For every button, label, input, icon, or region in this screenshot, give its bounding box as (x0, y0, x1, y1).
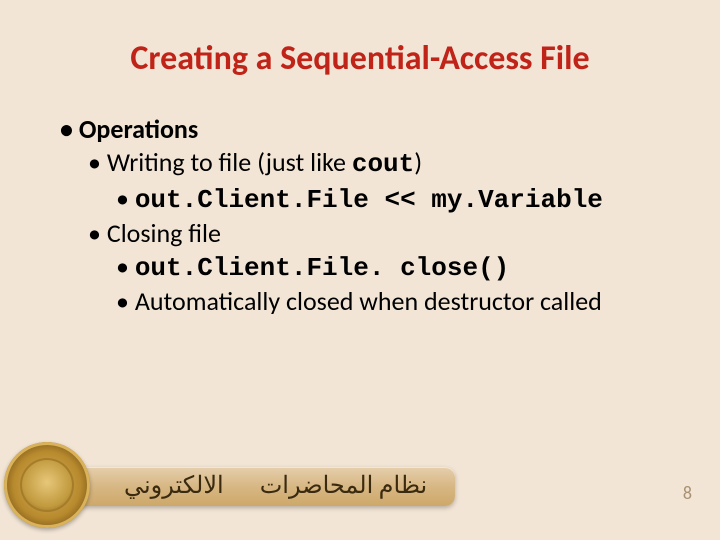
footer-banner: نظام المحاضرات الالكتروني (74, 467, 455, 506)
bullet-write-code: • out.Client.File << my.Variable (60, 182, 660, 217)
bullet-writing-post: ) (414, 146, 422, 178)
bullet-auto: • Automatically closed when destructor c… (60, 285, 660, 318)
bullet-writing-pre: Writing to file (just like (107, 146, 352, 178)
page-number: 8 (683, 482, 692, 504)
bullet-auto-text: Automatically closed when destructor cal… (135, 285, 602, 317)
slide-title: Creating a Sequential-Access File (0, 0, 720, 79)
footer: نظام المحاضرات الالكتروني 8 (0, 442, 720, 528)
seal-icon (4, 442, 90, 528)
bullet-closing-text: Closing file (107, 217, 221, 249)
code-cout: cout (352, 149, 414, 179)
slide-body: • Operations • Writing to file (just lik… (0, 79, 720, 319)
banner-text-right: نظام المحاضرات (260, 471, 428, 500)
code-close: out.Client.File. close() (135, 253, 509, 283)
code-write: out.Client.File << my.Variable (135, 185, 603, 215)
banner-text-left: الالكتروني (124, 471, 224, 500)
bullet-close-code: • out.Client.File. close() (60, 250, 660, 285)
bullet-closing: • Closing file (60, 217, 660, 250)
bullet-writing: • Writing to file (just like cout) (60, 146, 660, 181)
bullet-operations: • Operations (60, 113, 660, 146)
bullet-operations-text: Operations (79, 113, 198, 145)
